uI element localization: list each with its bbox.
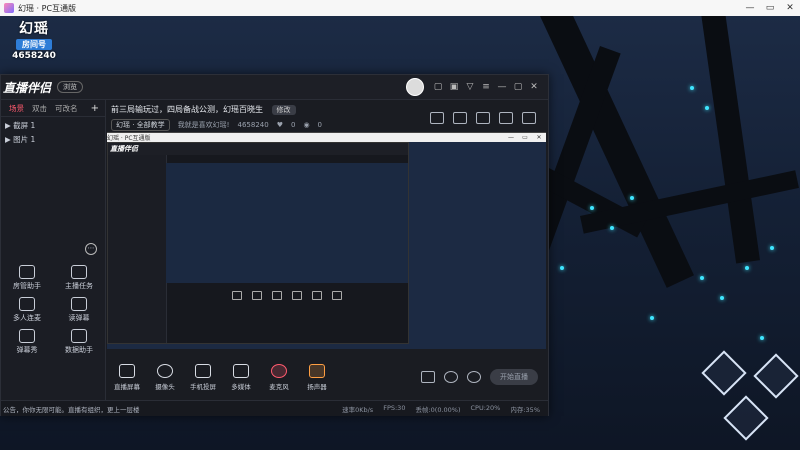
minimize-button[interactable]: — (740, 3, 760, 13)
viewer-icon: ◉ (303, 121, 310, 129)
live-companion-window: 直播伴侣 浏览 ▢ ▣ ▽ ≡ — ▢ ✕ 场景 双击 可改名 + ▶ 截屏 1… (0, 74, 549, 416)
eye-icon[interactable] (444, 371, 458, 383)
room-label: 房间号 (16, 39, 52, 50)
store-icon[interactable] (430, 112, 444, 124)
brand-badge[interactable]: 浏览 (57, 81, 84, 93)
mic-icon (271, 363, 287, 378)
speaker-icon (309, 363, 325, 378)
camera-icon (157, 363, 173, 378)
media-button[interactable]: 多媒体 (223, 363, 259, 391)
stat-fps: FPS:30 (383, 403, 406, 412)
tab-double[interactable]: 双击 (32, 103, 47, 114)
app-close-icon[interactable]: ✕ (526, 82, 542, 92)
like-icon: ♥ (276, 121, 283, 129)
tab-rename[interactable]: 可改名 (55, 103, 78, 114)
stream-title: 前三局输玩过，四局备战公测，幻瑶百晓生 (111, 105, 263, 114)
app-header: 直播伴侣 浏览 ▢ ▣ ▽ ≡ — ▢ ✕ (1, 75, 548, 100)
task-icon (71, 265, 87, 279)
settings-icon[interactable] (467, 371, 481, 383)
app-minimize-icon[interactable]: — (494, 82, 510, 92)
users-icon (19, 297, 35, 311)
tv-icon (19, 329, 35, 343)
app-maximize-icon[interactable]: ▢ (510, 82, 526, 92)
filter-icon[interactable]: ▽ (462, 82, 478, 92)
media-icon (233, 363, 249, 378)
tool-room-admin[interactable]: 房管助手 (1, 265, 53, 291)
window-title: 幻瑶 · PC互通版 (18, 3, 77, 13)
room-number: 4658240 (12, 51, 56, 61)
tool-read-danmaku[interactable]: 读弹幕 (53, 297, 105, 323)
tool-tasks[interactable]: 主播任务 (53, 265, 105, 291)
nested-brand: 直播伴侣 (110, 145, 138, 153)
speaker-button[interactable]: 扬声器 (299, 363, 335, 391)
screen-capture-button[interactable]: 直播屏幕 (109, 363, 145, 391)
like-count: 0 (290, 121, 296, 129)
room-id: 4658240 (237, 121, 269, 129)
app-brand: 直播伴侣 (3, 80, 52, 95)
status-message: 公告，你你无限可能。直播有组织，更上一层楼 (3, 405, 140, 414)
stream-subtitle: 我就是喜欢幻瑶! (177, 121, 230, 129)
share-icon[interactable] (522, 112, 536, 124)
app-logo-icon (4, 3, 14, 13)
camera-button[interactable]: 摄像头 (147, 363, 183, 391)
scene-item[interactable]: ▶ 截屏 1 (1, 117, 105, 131)
window-titlebar: 幻瑶 · PC互通版 — ▭ ✕ (0, 0, 800, 17)
more-icon[interactable]: ⋯ (85, 243, 97, 255)
stream-preview[interactable]: 幻瑶 · PC互通版 — ▭ ✕ 直播伴侣 (107, 132, 546, 349)
user-icon (19, 265, 35, 279)
maximize-button[interactable]: ▭ (760, 3, 780, 13)
stat-rate: 速率0Kb/s (342, 405, 374, 414)
tool-data[interactable]: 数据助手 (53, 329, 105, 355)
tool-danmaku-show[interactable]: 弹幕秀 (1, 329, 53, 355)
edit-title-button[interactable]: 修改 (271, 105, 296, 115)
stat-drop: 丢帧:0(0.00%) (415, 405, 461, 414)
record-icon[interactable] (421, 371, 435, 383)
viewer-count: 0 (317, 121, 323, 129)
gift-icon[interactable]: ▣ (446, 82, 462, 92)
status-bar: 公告，你你无限可能。直播有组织，更上一层楼 速率0Kb/s FPS:30 丢帧:… (1, 400, 548, 416)
menu-icon[interactable]: ≡ (478, 82, 494, 92)
scene-panel: 场景 双击 可改名 + ▶ 截屏 1 ▶ 图片 1 ⋯ 房管助手 主播任务 多人… (1, 100, 106, 400)
monitor-icon (119, 363, 135, 378)
preview-bar-title: 幻瑶 · PC互通版 (107, 135, 151, 142)
avatar[interactable] (406, 78, 424, 96)
tool-multi-mic[interactable]: 多人连麦 (1, 297, 53, 323)
nested-app-preview: 直播伴侣 (107, 142, 409, 344)
phone-cast-button[interactable]: 手机投屏 (185, 363, 221, 391)
phone-cast-icon (195, 363, 211, 378)
room-overlay: 幻瑶 房间号 4658240 (10, 18, 58, 61)
scene-item[interactable]: ▶ 图片 1 (1, 131, 105, 145)
screen-icon[interactable] (476, 112, 490, 124)
stat-cpu: CPU:20% (470, 403, 501, 412)
mic-button[interactable]: 麦克风 (261, 363, 297, 391)
start-live-button[interactable]: 开始直播 (490, 369, 538, 385)
tab-scenes[interactable]: 场景 (9, 103, 24, 114)
add-scene-button[interactable]: + (91, 103, 99, 114)
danmaku-icon (71, 297, 87, 311)
category-badge[interactable]: 幻瑶 · 全部教学 (111, 119, 170, 131)
close-button[interactable]: ✕ (780, 3, 800, 13)
source-toolbar: 直播屏幕 摄像头 手机投屏 多媒体 麦克风 扬声器 开始直播 (107, 357, 546, 397)
stat-mem: 内存:35% (510, 405, 540, 414)
bell-icon[interactable] (499, 112, 513, 124)
message-icon[interactable]: ▢ (430, 82, 446, 92)
overlay-logo: 幻瑶 (19, 21, 49, 37)
chart-icon (71, 329, 87, 343)
lock-icon[interactable] (453, 112, 467, 124)
